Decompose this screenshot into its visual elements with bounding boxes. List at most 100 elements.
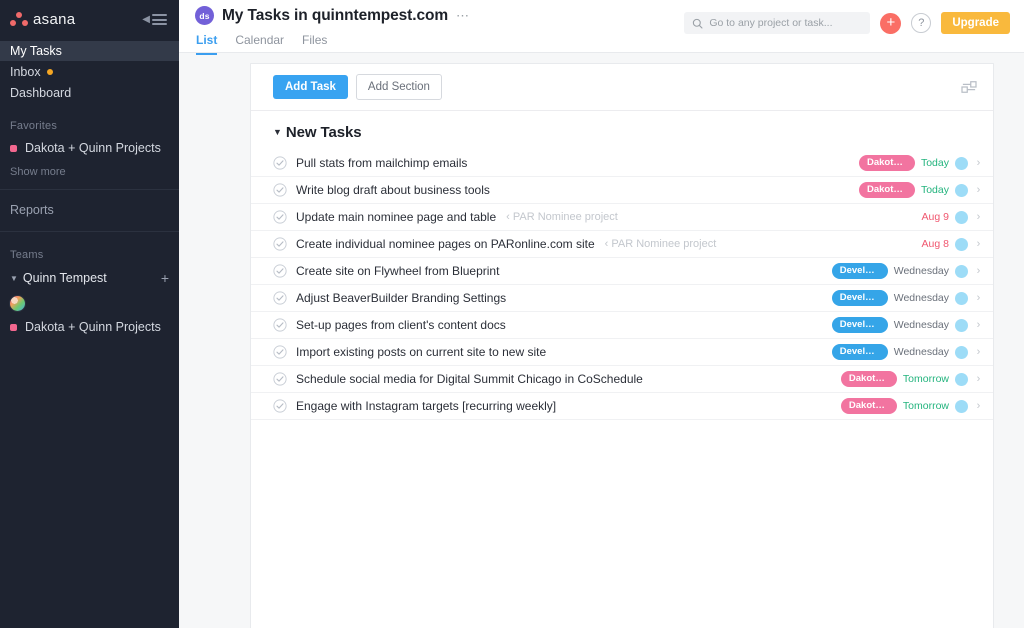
chevron-right-icon[interactable]: › <box>974 346 983 358</box>
chevron-right-icon[interactable]: › <box>974 400 983 412</box>
tab-files[interactable]: Files <box>302 33 327 55</box>
task-row[interactable]: Pull stats from mailchimp emails Dakota +… <box>251 150 993 177</box>
task-toolbar: Add Task Add Section <box>251 64 993 111</box>
task-assignee-avatar[interactable] <box>955 156 968 170</box>
task-due-date[interactable]: Wednesday <box>894 346 949 358</box>
task-row[interactable]: Create individual nominee pages on PARon… <box>251 231 993 258</box>
ellipsis-icon[interactable]: ⋯ <box>456 9 470 22</box>
task-name: Write blog draft about business tools <box>296 183 490 197</box>
task-complete-checkbox-icon[interactable] <box>273 264 287 278</box>
task-assignee-avatar[interactable] <box>955 399 968 413</box>
task-tag-badge[interactable]: Develop... <box>831 317 888 333</box>
asana-logo[interactable]: asana <box>10 11 75 28</box>
task-assignee-avatar[interactable] <box>955 345 968 359</box>
tab-calendar[interactable]: Calendar <box>235 33 284 55</box>
task-row[interactable]: Import existing posts on current site to… <box>251 339 993 366</box>
task-project-link[interactable]: ‹ PAR Nominee project <box>506 211 618 223</box>
task-complete-checkbox-icon[interactable] <box>273 156 287 170</box>
chevron-right-icon[interactable]: › <box>974 265 983 277</box>
task-due-date[interactable]: Today <box>921 184 949 196</box>
task-tag-badge[interactable]: Develop... <box>831 263 888 279</box>
task-row-meta: Dakota +... Today › <box>858 155 983 171</box>
task-complete-checkbox-icon[interactable] <box>273 183 287 197</box>
sidebar-header: asana ◀ <box>0 0 179 39</box>
collapse-sidebar-button[interactable]: ◀ <box>142 14 167 25</box>
sidebar-show-more-button[interactable]: Show more <box>0 166 179 178</box>
task-assignee-avatar[interactable] <box>955 291 968 305</box>
task-row[interactable]: Engage with Instagram targets [recurring… <box>251 393 993 420</box>
chevron-right-icon[interactable]: › <box>974 238 983 250</box>
upgrade-button[interactable]: Upgrade <box>941 12 1010 34</box>
chevron-right-icon[interactable]: › <box>974 292 983 304</box>
chevron-right-icon[interactable]: › <box>974 157 983 169</box>
search-box[interactable] <box>684 12 871 34</box>
tab-list[interactable]: List <box>196 33 218 55</box>
team-member-avatar[interactable] <box>9 295 26 312</box>
task-row[interactable]: Set-up pages from client's content docs D… <box>251 312 993 339</box>
chevron-right-icon[interactable]: › <box>974 373 983 385</box>
task-complete-checkbox-icon[interactable] <box>273 318 287 332</box>
search-input[interactable] <box>709 17 863 29</box>
task-name: Engage with Instagram targets [recurring… <box>296 399 557 413</box>
sidebar-favorite-project[interactable]: Dakota + Quinn Projects <box>0 139 179 157</box>
task-complete-checkbox-icon[interactable] <box>273 237 287 251</box>
add-task-button[interactable]: Add Task <box>273 75 348 99</box>
task-complete-checkbox-icon[interactable] <box>273 345 287 359</box>
task-name: Import existing posts on current site to… <box>296 345 547 359</box>
add-to-team-plus-icon[interactable]: + <box>161 271 169 285</box>
task-row[interactable]: Write blog draft about business tools Dak… <box>251 177 993 204</box>
sidebar-item-reports[interactable]: Reports <box>0 200 179 220</box>
task-assignee-avatar[interactable] <box>955 210 968 224</box>
task-tag-badge[interactable]: Dakota +... <box>858 155 915 171</box>
chevron-right-icon[interactable]: › <box>974 184 983 196</box>
top-bar-actions: + ? Upgrade <box>684 0 1010 34</box>
task-complete-checkbox-icon[interactable] <box>273 210 287 224</box>
task-due-date[interactable]: Wednesday <box>894 265 949 277</box>
task-name: Create individual nominee pages on PARon… <box>296 237 595 251</box>
task-complete-checkbox-icon[interactable] <box>273 291 287 305</box>
help-button[interactable]: ? <box>911 13 932 33</box>
task-row-meta: Aug 9 › <box>922 210 983 224</box>
sidebar-item-dashboard[interactable]: Dashboard <box>0 83 179 103</box>
asana-logo-dots-icon <box>10 12 28 27</box>
task-assignee-avatar[interactable] <box>955 264 968 278</box>
task-tag-badge[interactable]: Dakota +... <box>858 182 915 198</box>
task-due-date[interactable]: Aug 9 <box>922 211 949 223</box>
task-row[interactable]: Adjust BeaverBuilder Branding Settings De… <box>251 285 993 312</box>
sliders-settings-icon[interactable] <box>961 80 977 94</box>
task-assignee-avatar[interactable] <box>955 183 968 197</box>
page-title: My Tasks in quinntempest.com <box>222 6 449 24</box>
task-assignee-avatar[interactable] <box>955 237 968 251</box>
task-tag-badge[interactable]: Develop... <box>831 290 888 306</box>
task-row-meta: Aug 8 › <box>922 237 983 251</box>
task-due-date[interactable]: Tomorrow <box>903 400 949 412</box>
task-due-date[interactable]: Aug 8 <box>922 238 949 250</box>
task-row[interactable]: Create site on Flywheel from Blueprint De… <box>251 258 993 285</box>
add-section-button[interactable]: Add Section <box>355 74 442 100</box>
chevron-right-icon[interactable]: › <box>974 211 983 223</box>
sidebar-team-quinn-tempest[interactable]: ▼ Quinn Tempest + <box>0 268 179 288</box>
task-project-link[interactable]: ‹ PAR Nominee project <box>605 238 717 250</box>
workspace-avatar[interactable]: ds <box>195 6 214 25</box>
task-due-date[interactable]: Wednesday <box>894 292 949 304</box>
task-complete-checkbox-icon[interactable] <box>273 399 287 413</box>
sidebar-team-project[interactable]: Dakota + Quinn Projects <box>0 318 179 336</box>
task-row[interactable]: Schedule social media for Digital Summit… <box>251 366 993 393</box>
section-header-new-tasks[interactable]: ▼ New Tasks <box>251 111 993 150</box>
task-tag-badge[interactable]: Dakota +... <box>840 371 897 387</box>
sidebar-item-inbox[interactable]: Inbox <box>0 62 179 82</box>
task-due-date[interactable]: Wednesday <box>894 319 949 331</box>
quick-add-button[interactable]: + <box>880 12 902 34</box>
sidebar: asana ◀ My Tasks Inbox Dashboard Favorit… <box>0 0 179 628</box>
task-due-date[interactable]: Tomorrow <box>903 373 949 385</box>
task-complete-checkbox-icon[interactable] <box>273 372 287 386</box>
task-assignee-avatar[interactable] <box>955 372 968 386</box>
task-due-date[interactable]: Today <box>921 157 949 169</box>
task-tag-badge[interactable]: Develop... <box>831 344 888 360</box>
chevron-right-icon[interactable]: › <box>974 319 983 331</box>
task-assignee-avatar[interactable] <box>955 318 968 332</box>
task-row[interactable]: Update main nominee page and table ‹ PAR … <box>251 204 993 231</box>
sidebar-item-my-tasks[interactable]: My Tasks <box>0 41 179 61</box>
task-tag-badge[interactable]: Dakota +... <box>840 398 897 414</box>
project-label: Dakota + Quinn Projects <box>25 320 161 334</box>
